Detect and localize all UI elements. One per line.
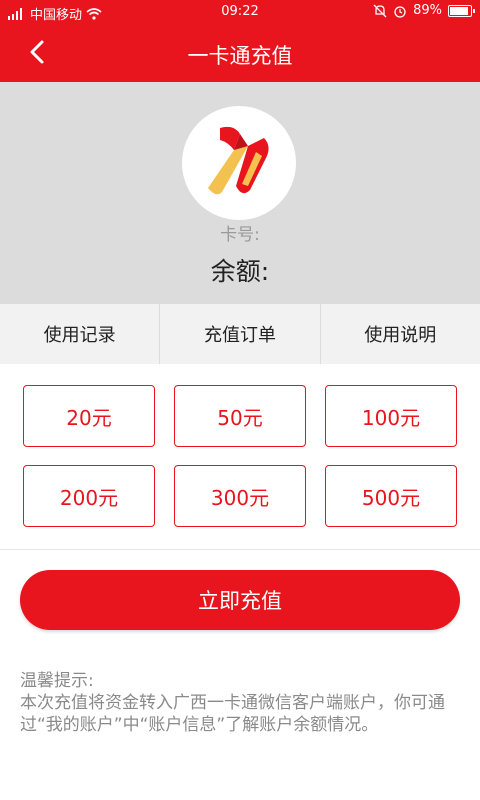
- tips-section: 温馨提示: 本次充值将资金转入广西一卡通微信客户端账户，你可通过“我的账户”中“…: [20, 670, 460, 736]
- tab-usage-instructions[interactable]: 使用说明: [321, 304, 480, 364]
- tab-usage-records[interactable]: 使用记录: [0, 304, 161, 364]
- amount-options: 20元 50元 100元 200元 300元 500元: [0, 364, 480, 550]
- page-title: 一卡通充值: [187, 44, 293, 68]
- logo-icon: [208, 126, 269, 195]
- amount-option-50[interactable]: 50元: [174, 385, 306, 447]
- status-right: 89%: [373, 3, 475, 18]
- amount-option-300[interactable]: 300元: [174, 465, 306, 527]
- status-bar: 中国移动 09:22 89%: [0, 0, 480, 24]
- tips-body: 本次充值将资金转入广西一卡通微信客户端账户，你可通过“我的账户”中“账户信息”了…: [20, 693, 445, 735]
- recharge-now-button[interactable]: 立即充值: [20, 570, 460, 630]
- nav-bar: 一卡通充值: [0, 24, 480, 82]
- balance-label: 余额:: [210, 257, 270, 286]
- amount-option-200[interactable]: 200元: [23, 465, 155, 527]
- amount-option-100[interactable]: 100元: [325, 385, 457, 447]
- tab-recharge-orders[interactable]: 充值订单: [160, 304, 321, 364]
- card-number-label: 卡号:: [220, 225, 260, 245]
- mute-bell-icon: [373, 4, 387, 17]
- card-info-panel: 卡号: 余额:: [0, 82, 480, 304]
- battery-icon: [448, 4, 475, 17]
- amount-option-20[interactable]: 20元: [23, 385, 155, 447]
- alarm-icon: [394, 5, 406, 18]
- app-logo: [182, 106, 296, 220]
- function-tabs: 使用记录 充值订单 使用说明: [0, 304, 480, 364]
- battery-percent: 89%: [413, 3, 442, 18]
- tips-title: 温馨提示:: [20, 671, 94, 691]
- amount-option-500[interactable]: 500元: [325, 465, 457, 527]
